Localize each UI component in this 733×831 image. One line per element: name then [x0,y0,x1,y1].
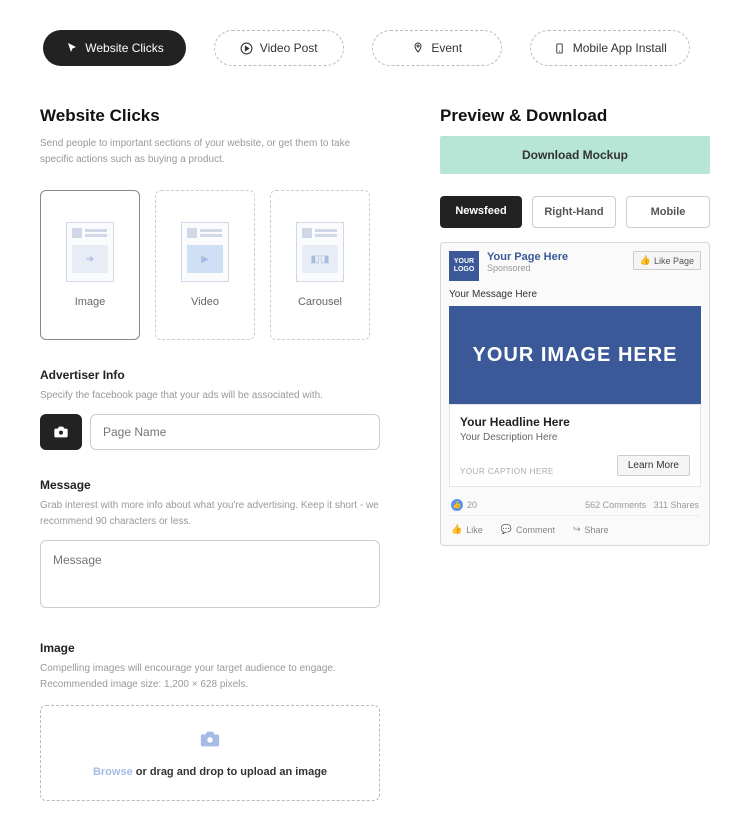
camera-icon [52,424,70,440]
thumb-image-icon: ➜ [66,222,114,282]
ptab-mobile[interactable]: Mobile [626,196,710,228]
media-card-carousel[interactable]: ◧◨ Carousel [270,190,370,340]
share-count: 311 Shares [654,500,699,510]
preview-title: Preview & Download [440,106,710,126]
tab-video-post[interactable]: Video Post [214,30,344,66]
preview-hero-image: YOUR IMAGE HERE [449,306,701,404]
like-page-label: Like Page [654,256,694,266]
ad-type-tabs: Website Clicks Video Post Event Mobile A… [40,30,693,66]
sponsored-label: Sponsored [487,263,568,273]
thumb-up-icon: 👍 [451,524,462,535]
message-input[interactable] [40,540,380,608]
media-label: Video [191,296,219,308]
ptab-righthand[interactable]: Right-Hand [532,196,616,228]
image-dropzone[interactable]: Browse or drag and drop to upload an ima… [40,705,380,801]
camera-icon [51,728,369,756]
upload-logo-button[interactable] [40,414,82,450]
mobile-icon [553,41,567,55]
tab-event[interactable]: Event [372,30,502,66]
share-button[interactable]: ↪Share [573,524,609,535]
preview-tabs: Newsfeed Right-Hand Mobile [440,196,710,228]
page-name-input[interactable] [90,414,380,450]
thumb-carousel-icon: ◧◨ [296,222,344,282]
media-type-selector: ➜ Image ▶ Video ◧◨ Carousel [40,190,380,340]
tab-label: Event [431,41,462,55]
tab-mobile-app[interactable]: Mobile App Install [530,30,690,66]
thumb-video-icon: ▶ [181,222,229,282]
preview-page-name: Your Page Here [487,251,568,263]
page-logo: YOUR LOGO [449,251,479,281]
comment-count: 562 Comments [585,500,646,510]
preview-caption: YOUR CAPTION HERE [460,467,554,476]
tab-label: Video Post [260,41,318,55]
download-button[interactable]: Download Mockup [440,136,710,174]
tab-website-clicks[interactable]: Website Clicks [43,30,185,66]
pin-icon [411,41,425,55]
like-count: 20 [467,500,477,510]
ptab-newsfeed[interactable]: Newsfeed [440,196,522,228]
ad-preview: YOUR LOGO Your Page Here Sponsored 👍 Lik… [440,242,710,546]
comment-icon: 💬 [501,524,512,535]
preview-description: Your Description Here [460,432,690,443]
play-circle-icon [240,41,254,55]
dropzone-text: or drag and drop to upload an image [133,766,327,778]
like-icon: 👍 [451,499,463,511]
comment-button[interactable]: 💬Comment [501,524,555,535]
thumb-up-icon: 👍 [640,255,651,266]
share-icon: ↪ [573,524,581,535]
advertiser-title: Advertiser Info [40,368,380,382]
learn-more-button[interactable]: Learn More [617,455,690,476]
browse-link[interactable]: Browse [93,766,133,778]
tab-label: Website Clicks [85,41,163,55]
action-bar: 👍Like 💬Comment ↪Share [449,522,701,537]
media-card-video[interactable]: ▶ Video [155,190,255,340]
tab-label: Mobile App Install [573,41,667,55]
engagement-bar: 👍 20 562 Comments 311 Shares [449,495,701,516]
message-title: Message [40,478,380,492]
preview-headline: Your Headline Here [460,415,690,429]
media-card-image[interactable]: ➜ Image [40,190,140,340]
message-sub: Grab interest with more info about what … [40,498,380,530]
like-button[interactable]: 👍Like [451,524,483,535]
media-label: Carousel [298,296,342,308]
page-subtitle: Send people to important sections of you… [40,136,380,168]
page-title: Website Clicks [40,106,380,126]
like-page-button[interactable]: 👍 Like Page [633,251,701,270]
image-sub: Compelling images will encourage your ta… [40,661,380,693]
media-label: Image [75,296,106,308]
advertiser-sub: Specify the facebook page that your ads … [40,388,380,404]
preview-message: Your Message Here [449,289,701,300]
cursor-icon [65,41,79,55]
image-title: Image [40,641,380,655]
